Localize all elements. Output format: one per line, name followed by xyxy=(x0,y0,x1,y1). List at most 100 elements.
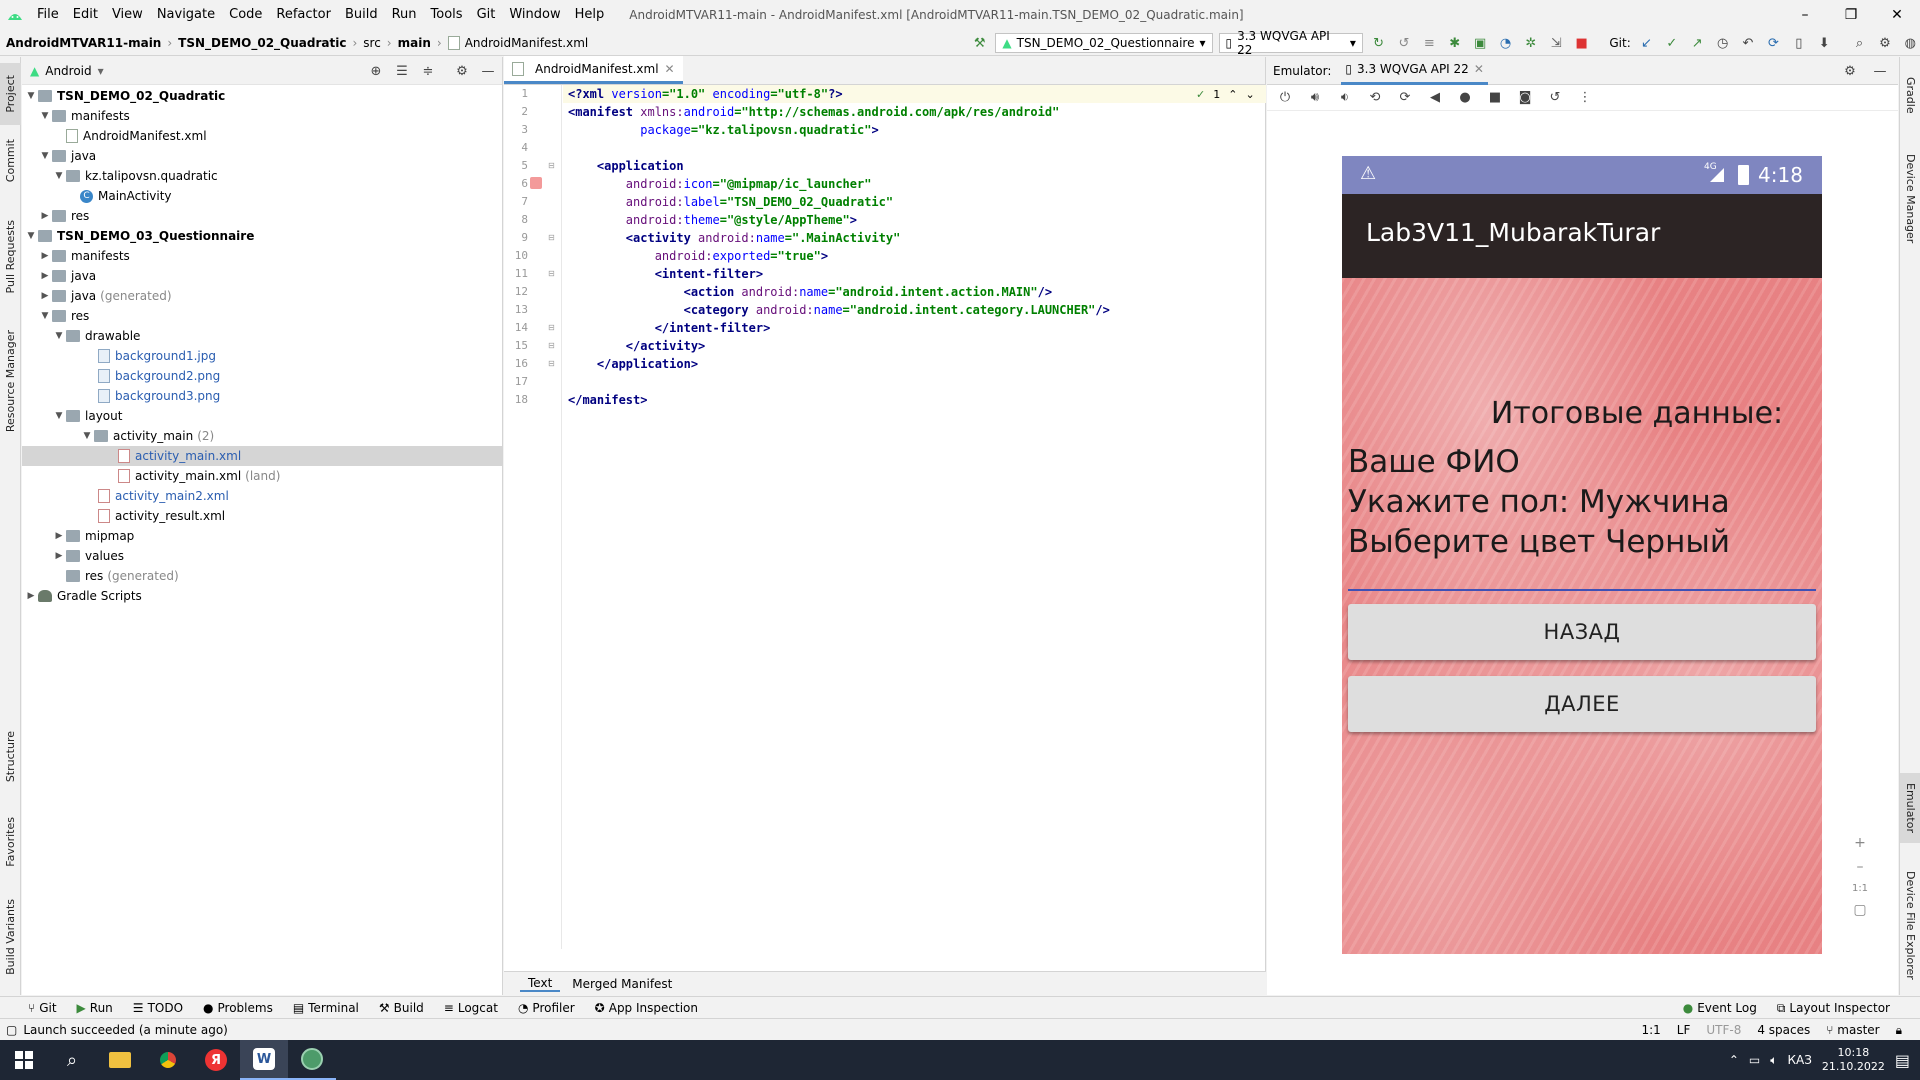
menu-help[interactable]: Help xyxy=(568,0,612,30)
chevron-down-icon[interactable]: ▼ xyxy=(52,171,66,181)
tool-tab-favorites[interactable]: Favorites xyxy=(0,807,21,877)
camera-icon[interactable]: ◙ xyxy=(1515,88,1535,108)
debug-icon[interactable]: ✱ xyxy=(1445,33,1464,53)
breadcrumb-file[interactable]: AndroidManifest.xml xyxy=(442,35,595,50)
minimize-button[interactable]: – xyxy=(1782,0,1828,30)
collapse-all-icon[interactable]: ≑ xyxy=(418,61,438,81)
more-icon[interactable]: ⋮ xyxy=(1575,88,1595,108)
menu-navigate[interactable]: Navigate xyxy=(150,0,222,30)
tool-event-log[interactable]: ● Event Log xyxy=(1673,1001,1767,1015)
menu-view[interactable]: View xyxy=(105,0,150,30)
stop-icon[interactable]: ■ xyxy=(1572,33,1591,53)
back-icon[interactable]: ◀ xyxy=(1425,88,1445,108)
fold-marker-icon[interactable]: ⊟ xyxy=(548,359,555,368)
chevron-right-icon[interactable]: ▶ xyxy=(52,531,66,541)
tool-profiler[interactable]: ◔ Profiler xyxy=(508,1001,585,1015)
volume-icon[interactable]: 🔈︎ xyxy=(1770,1053,1777,1068)
tree-item[interactable]: ▶ manifests xyxy=(38,246,130,266)
tool-tab-structure[interactable]: Structure xyxy=(0,717,21,797)
menu-build[interactable]: Build xyxy=(338,0,385,30)
tool-git[interactable]: ⑂ Git xyxy=(18,1001,67,1015)
tool-tab-project[interactable]: Project xyxy=(0,63,21,125)
device-manager-icon[interactable]: ▯ xyxy=(1789,33,1808,53)
clock[interactable]: 10:18 21.10.2022 xyxy=(1822,1046,1885,1074)
git-commit-icon[interactable]: ✓ xyxy=(1662,33,1681,53)
device-select[interactable]: ▯ 3.3 WQVGA API 22 ▾ xyxy=(1218,29,1363,57)
chevron-down-icon[interactable]: ▼ xyxy=(24,231,38,241)
tool-tab-device-manager[interactable]: Device Manager xyxy=(1900,139,1920,259)
tree-item[interactable]: ▶ values xyxy=(52,546,125,566)
rotate-left-icon[interactable]: ⟲ xyxy=(1365,88,1385,108)
power-icon[interactable]: ⏻ xyxy=(1275,88,1295,108)
search-icon[interactable]: ⌕ xyxy=(1850,33,1869,53)
chevron-up-icon[interactable]: ⌃ xyxy=(1729,1053,1739,1067)
network-icon[interactable]: ▭ xyxy=(1749,1053,1760,1067)
settings-icon[interactable]: ⚙ xyxy=(1875,33,1894,53)
tree-item[interactable]: background3.png xyxy=(98,386,220,406)
file-encoding[interactable]: UTF-8 xyxy=(1706,1023,1741,1037)
run-config-select[interactable]: ▲ TSN_DEMO_02_Questionnaire ▾ xyxy=(995,33,1213,53)
fold-marker-icon[interactable]: ⊟ xyxy=(548,269,555,278)
fold-marker-icon[interactable]: ⊟ xyxy=(548,233,555,242)
keyboard-language[interactable]: КАЗ xyxy=(1787,1053,1811,1067)
chevron-down-icon[interactable]: ▼ xyxy=(52,411,66,421)
tree-item[interactable]: ▶ Gradle Scripts xyxy=(24,586,142,606)
tree-item[interactable]: ▼ res xyxy=(38,306,90,326)
chevron-right-icon[interactable]: ▶ xyxy=(38,271,52,281)
tree-item[interactable]: background2.png xyxy=(98,366,220,386)
tree-item[interactable]: C MainActivity xyxy=(80,186,172,206)
chevron-down-icon[interactable]: ▼ xyxy=(80,431,94,441)
chevron-right-icon[interactable]: ▶ xyxy=(38,291,52,301)
hide-icon[interactable]: — xyxy=(1870,61,1890,81)
tree-item[interactable]: ▼ kz.talipovsn.quadratic xyxy=(52,166,218,186)
tree-item[interactable]: ▼ TSN_DEMO_03_Questionnaire xyxy=(24,226,255,246)
line-separator[interactable]: LF xyxy=(1677,1023,1691,1037)
tree-item[interactable]: ▼ java xyxy=(38,146,97,166)
hide-icon[interactable]: — xyxy=(478,61,498,81)
next-button[interactable]: ДАЛЕЕ xyxy=(1348,676,1816,732)
close-tab-icon[interactable]: ✕ xyxy=(1474,62,1484,76)
device-screen[interactable]: ⚠ 4G 4:18 Lab3V11_MubarakTurar Итоговые … xyxy=(1342,156,1822,954)
chevron-right-icon[interactable]: ▶ xyxy=(38,251,52,261)
rotate-right-icon[interactable]: ⟳ xyxy=(1395,88,1415,108)
chevron-down-icon[interactable]: ▼ xyxy=(38,311,52,321)
close-button[interactable]: ✕ xyxy=(1874,0,1920,30)
code-content[interactable]: <?xml version="1.0" encoding="utf-8"?> <… xyxy=(568,85,1110,409)
breadcrumb-main[interactable]: main xyxy=(392,36,437,50)
word-icon[interactable]: W xyxy=(240,1040,288,1080)
yandex-browser-icon[interactable]: Я xyxy=(192,1040,240,1080)
caret-position[interactable]: 1:1 xyxy=(1641,1023,1660,1037)
chevron-down-icon[interactable]: ▼ xyxy=(38,151,52,161)
git-history-icon[interactable]: ◷ xyxy=(1713,33,1732,53)
view-mode-select[interactable]: Android xyxy=(45,64,91,78)
attach-icon[interactable]: ⇲ xyxy=(1547,33,1566,53)
tree-item[interactable]: activity_main2.xml xyxy=(98,486,229,506)
zoom-actual-button[interactable]: 1:1 xyxy=(1852,883,1868,894)
gear-icon[interactable]: ⚙ xyxy=(1840,61,1860,81)
zoom-in-button[interactable]: + xyxy=(1854,835,1866,851)
tool-tab-resource-manager[interactable]: Resource Manager xyxy=(0,321,21,441)
tab-merged-manifest[interactable]: Merged Manifest xyxy=(564,977,680,991)
tool-tab-pull-requests[interactable]: Pull Requests xyxy=(0,207,21,307)
tool-tab-commit[interactable]: Commit xyxy=(0,131,21,191)
tree-item[interactable]: activity_main.xml (land) xyxy=(118,466,280,486)
fold-marker-icon[interactable]: ⊟ xyxy=(548,323,555,332)
tool-tab-emulator[interactable]: Emulator xyxy=(1900,773,1920,843)
fold-marker-icon[interactable]: ⊟ xyxy=(548,341,555,350)
tree-item[interactable]: ▼ layout xyxy=(52,406,123,426)
emulator-device-tab[interactable]: ▯ 3.3 WQVGA API 22 ✕ xyxy=(1341,57,1488,85)
git-update-icon[interactable]: ↙ xyxy=(1637,33,1656,53)
chevron-right-icon[interactable]: ▶ xyxy=(52,551,66,561)
apply-changes-icon[interactable]: ↺ xyxy=(1394,33,1413,53)
git-rollback-icon[interactable]: ↶ xyxy=(1738,33,1757,53)
expand-all-icon[interactable]: ☰ xyxy=(392,61,412,81)
tool-todo[interactable]: ☰ TODO xyxy=(123,1001,193,1015)
sdk-manager-icon[interactable]: ⬇ xyxy=(1814,33,1833,53)
tool-tab-device-file-explorer[interactable]: Device File Explorer xyxy=(1900,865,1920,985)
chevron-right-icon[interactable]: ▶ xyxy=(38,211,52,221)
volume-down-icon[interactable]: 🔉︎ xyxy=(1335,88,1355,108)
tree-item[interactable]: res (generated) xyxy=(66,566,179,586)
locate-icon[interactable]: ⊕ xyxy=(366,61,386,81)
indent-setting[interactable]: 4 spaces xyxy=(1757,1023,1810,1037)
tool-layout-inspector[interactable]: ⧉ Layout Inspector xyxy=(1767,1001,1900,1016)
